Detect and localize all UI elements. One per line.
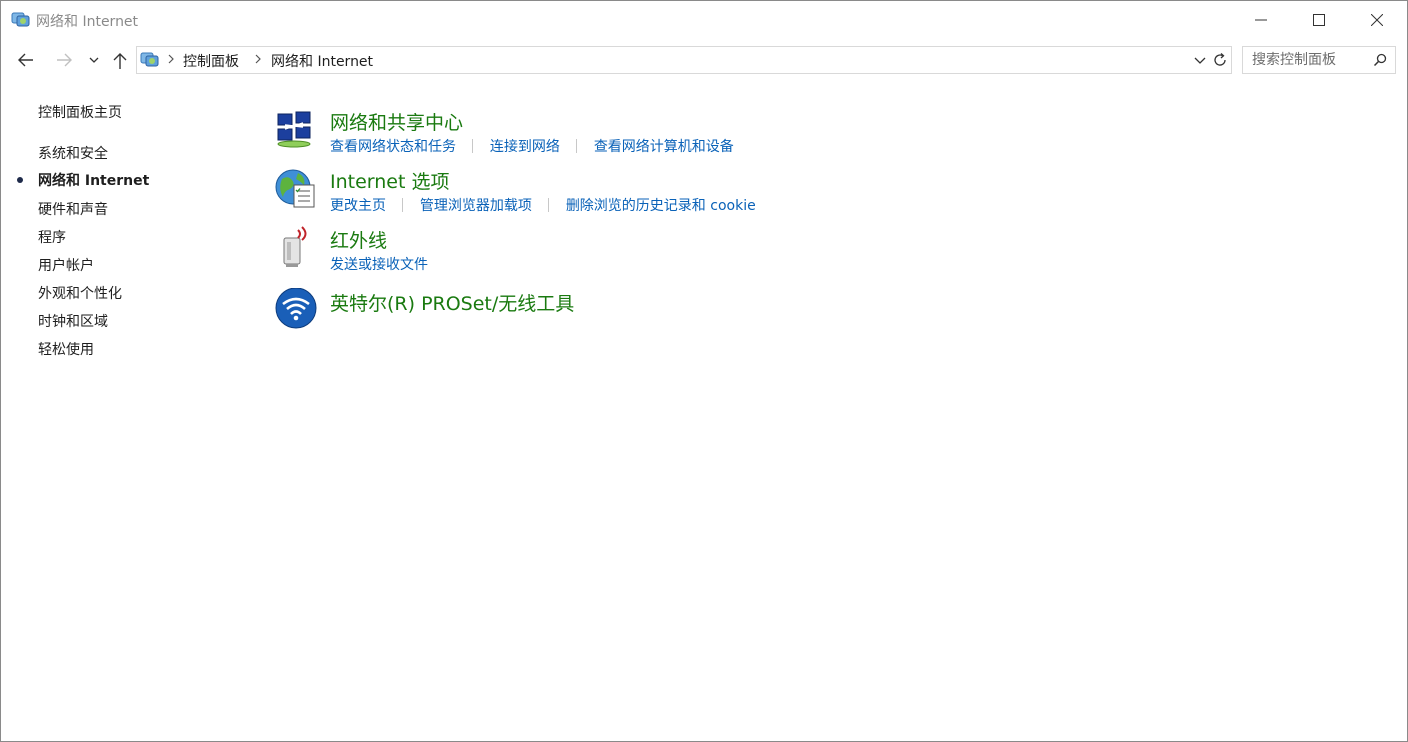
network-sharing-icon[interactable] (274, 108, 318, 152)
link-delete-history[interactable]: 删除浏览的历史记录和 cookie (566, 198, 756, 214)
breadcrumb-network-internet[interactable]: 网络和 Internet (271, 51, 373, 71)
chevron-right-icon (255, 54, 261, 64)
internet-options-icon[interactable] (274, 167, 318, 211)
close-button[interactable] (1348, 1, 1406, 39)
category-links: 更改主页 管理浏览器加载项 删除浏览的历史记录和 cookie (330, 195, 756, 215)
category-title-internet-options[interactable]: Internet 选项 (330, 167, 449, 194)
sidebar-item-network-internet[interactable]: 网络和 Internet (38, 170, 149, 190)
search-icon[interactable] (1373, 53, 1387, 67)
minimize-button[interactable] (1232, 1, 1290, 39)
maximize-button[interactable] (1290, 1, 1348, 39)
search-input[interactable] (1243, 47, 1372, 73)
link-connect-network[interactable]: 连接到网络 (490, 139, 560, 155)
link-send-receive-files[interactable]: 发送或接收文件 (330, 257, 428, 273)
sidebar-item-ease-of-access[interactable]: 轻松使用 (38, 339, 94, 359)
forward-button[interactable] (53, 49, 75, 71)
refresh-icon (1214, 53, 1226, 66)
link-view-network-computers[interactable]: 查看网络计算机和设备 (594, 139, 734, 155)
arrow-up-icon (113, 53, 127, 69)
control-panel-window: 网络和 Internet 控制面板 网络和 Internet 搜索控制面板 控制… (0, 0, 1408, 742)
address-bar[interactable]: 控制面板 网络和 Internet (136, 46, 1210, 74)
back-button[interactable] (15, 49, 37, 71)
recent-locations-button[interactable] (85, 49, 107, 71)
refresh-button[interactable] (1209, 46, 1232, 74)
chevron-down-icon (89, 57, 99, 63)
link-view-network-status[interactable]: 查看网络状态和任务 (330, 139, 456, 155)
sidebar-item-programs[interactable]: 程序 (38, 227, 66, 247)
link-divider (548, 198, 550, 212)
sidebar-item-system-security[interactable]: 系统和安全 (38, 143, 108, 163)
category-links: 查看网络状态和任务 连接到网络 查看网络计算机和设备 (330, 136, 734, 156)
chevron-right-icon (168, 54, 174, 64)
link-change-homepage[interactable]: 更改主页 (330, 198, 386, 214)
sidebar-item-appearance[interactable]: 外观和个性化 (38, 283, 122, 303)
link-manage-addons[interactable]: 管理浏览器加载项 (420, 198, 532, 214)
chevron-down-icon[interactable] (1192, 51, 1208, 69)
category-links: 发送或接收文件 (330, 254, 428, 274)
sidebar-item-clock-region[interactable]: 时钟和区域 (38, 311, 108, 331)
close-icon (1371, 14, 1383, 26)
link-divider (472, 139, 474, 153)
arrow-left-icon (18, 53, 33, 67)
breadcrumb-control-panel[interactable]: 控制面板 (183, 51, 239, 71)
sidebar-item-hardware-sound[interactable]: 硬件和声音 (38, 199, 108, 219)
infrared-icon[interactable] (274, 226, 318, 270)
arrow-right-icon (57, 53, 72, 67)
category-title-network-sharing[interactable]: 网络和共享中心 (330, 108, 463, 135)
control-panel-icon (140, 52, 159, 67)
control-panel-icon (11, 12, 30, 27)
link-divider (402, 198, 404, 212)
intel-wireless-icon[interactable] (274, 288, 318, 332)
title-bar[interactable]: 网络和 Internet (1, 1, 1407, 39)
category-title-intel-wireless[interactable]: 英特尔(R) PROSet/无线工具 (330, 289, 574, 316)
minimize-icon (1255, 19, 1267, 21)
maximize-icon (1313, 14, 1325, 26)
sidebar-item-user-accounts[interactable]: 用户帐户 (38, 255, 94, 275)
search-box[interactable] (1242, 46, 1396, 74)
window-title: 网络和 Internet (36, 14, 139, 30)
category-title-infrared[interactable]: 红外线 (330, 226, 387, 253)
sidebar-item-control-panel-home[interactable]: 控制面板主页 (38, 102, 122, 122)
up-button[interactable] (109, 49, 131, 71)
active-item-bullet (17, 177, 23, 183)
link-divider (576, 139, 578, 153)
